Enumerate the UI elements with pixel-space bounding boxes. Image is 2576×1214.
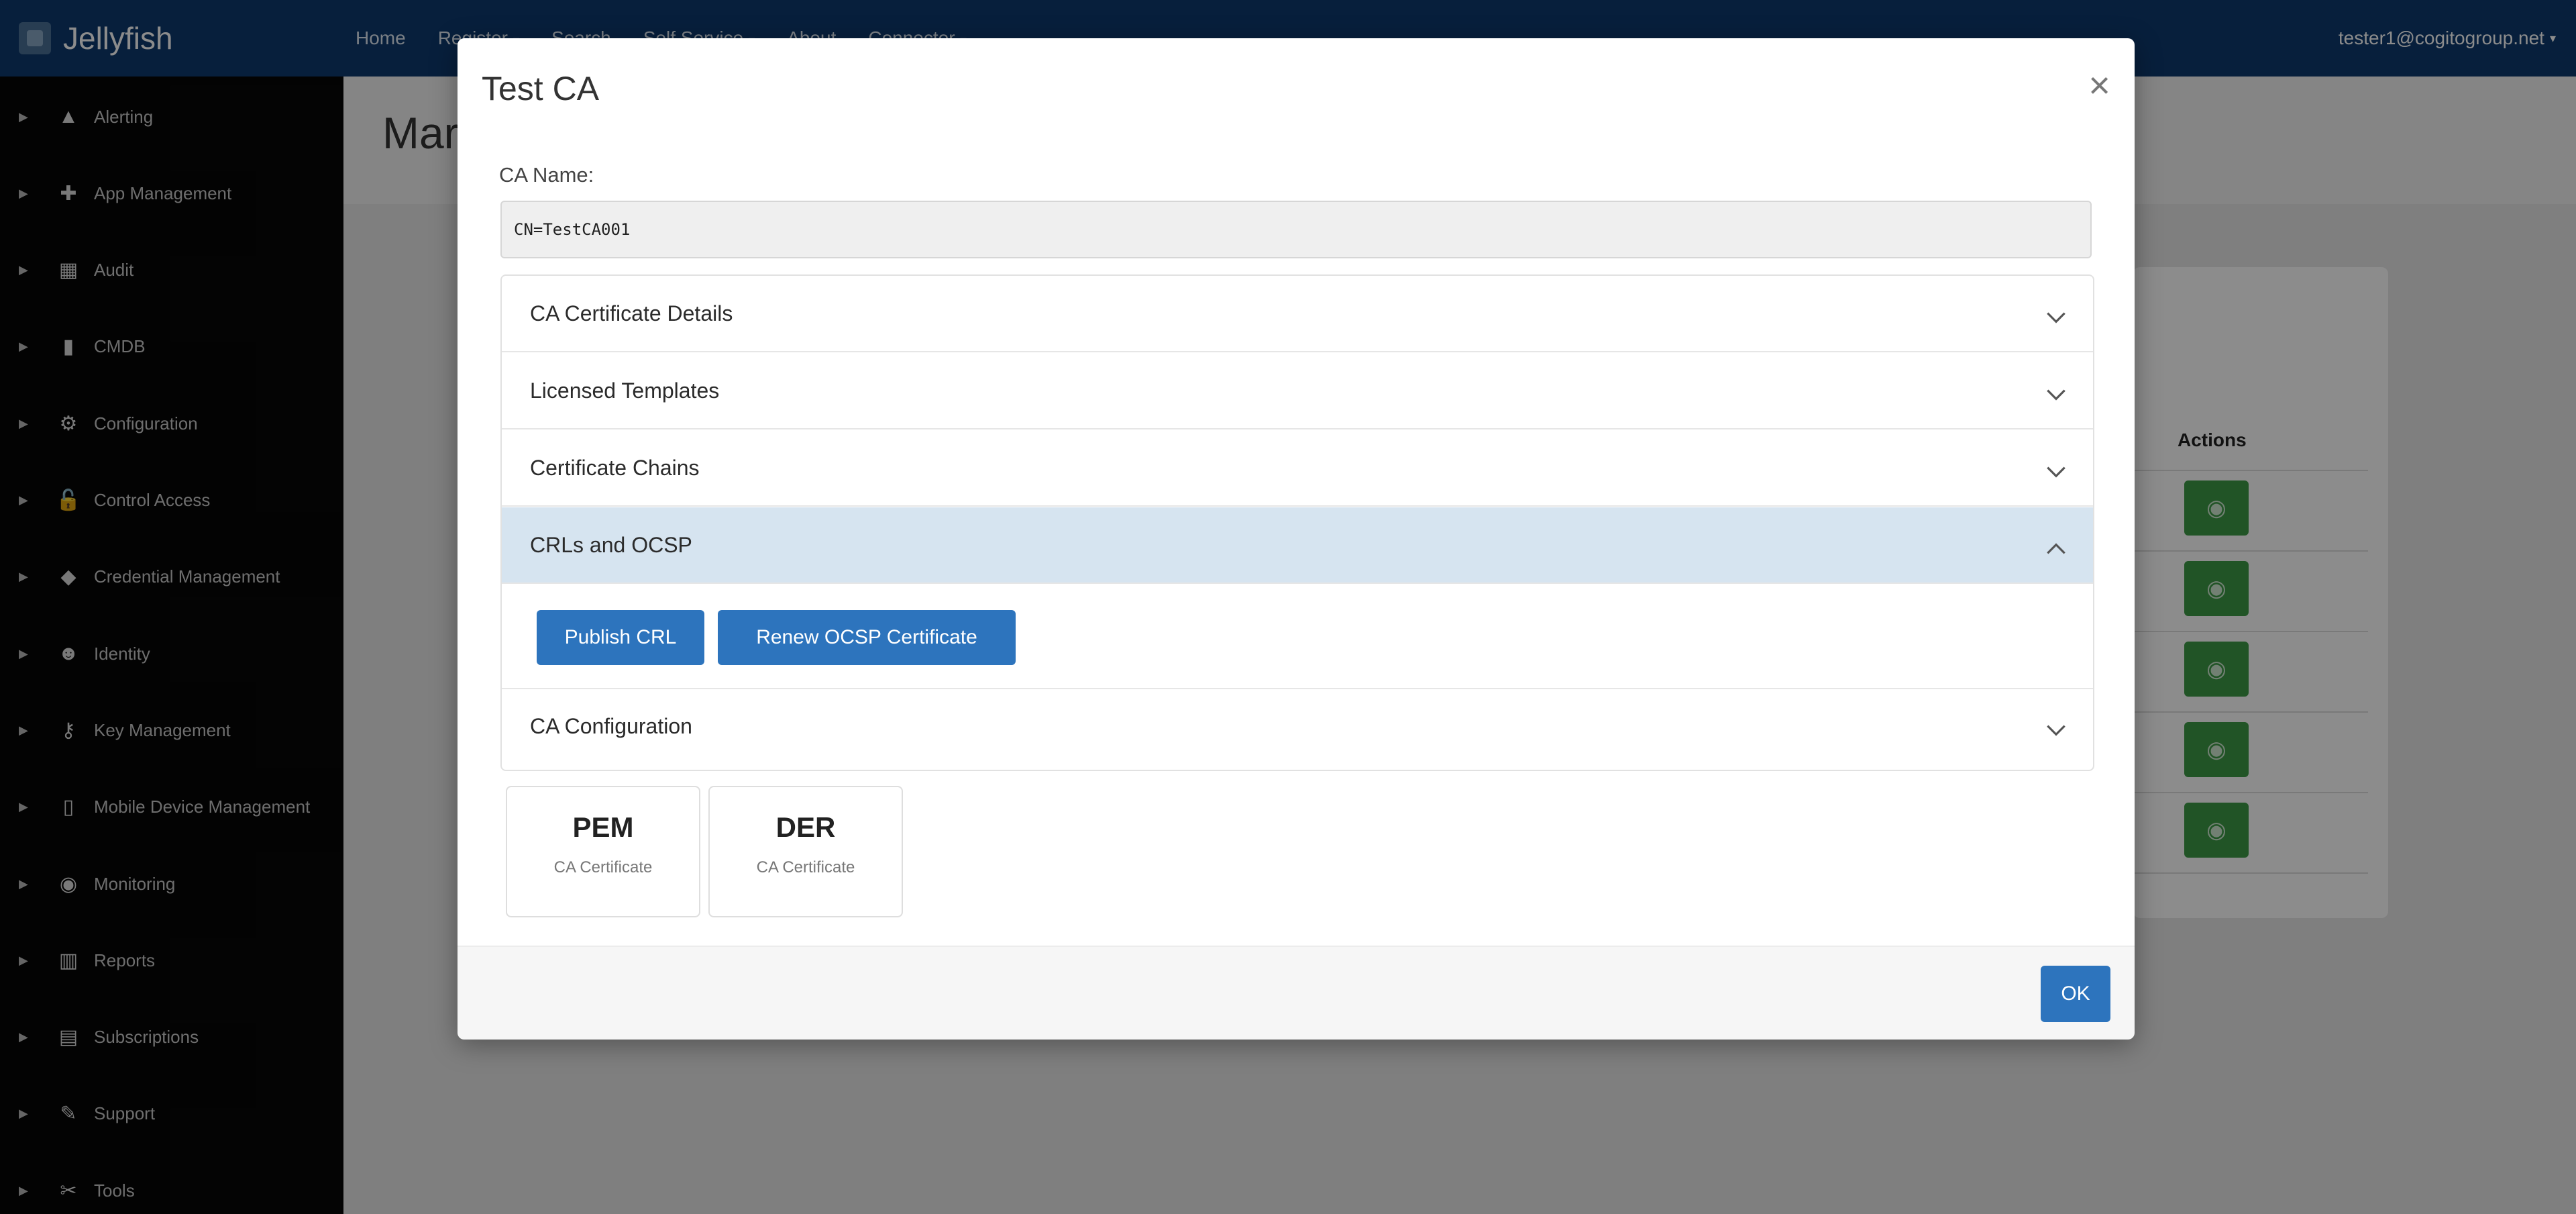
- chevron-down-icon: [2043, 382, 2065, 401]
- modal-title: Test CA: [482, 70, 600, 107]
- crls-and-ocsp-body: Publish CRL Renew OCSP Certificate: [502, 585, 2093, 689]
- section-licensed-templates[interactable]: Licensed Templates: [502, 353, 2093, 429]
- section-label: CRLs and OCSP: [530, 532, 692, 557]
- download-der-card[interactable]: DER CA Certificate: [708, 786, 903, 917]
- ca-name-label: CA Name:: [499, 163, 594, 187]
- chevron-down-icon: [2043, 717, 2065, 736]
- ok-button[interactable]: OK: [2041, 966, 2110, 1022]
- download-format: DER: [775, 811, 836, 843]
- modal-footer: OK: [458, 946, 2135, 1040]
- renew-ocsp-certificate-button[interactable]: Renew OCSP Certificate: [718, 610, 1016, 665]
- chevron-down-icon: [2043, 305, 2065, 323]
- publish-crl-button[interactable]: Publish CRL: [537, 610, 704, 665]
- download-format: PEM: [572, 811, 634, 843]
- close-icon[interactable]: ×: [2088, 66, 2110, 104]
- section-crls-and-ocsp[interactable]: CRLs and OCSP: [502, 507, 2093, 584]
- download-subtitle: CA Certificate: [553, 858, 653, 876]
- section-certificate-chains[interactable]: Certificate Chains: [502, 430, 2093, 507]
- section-label: CA Configuration: [530, 713, 692, 738]
- ca-accordion: CA Certificate Details Licensed Template…: [500, 274, 2094, 771]
- ca-name-field[interactable]: [500, 201, 2092, 258]
- chevron-down-icon: [2043, 459, 2065, 478]
- section-label: CA Certificate Details: [530, 301, 733, 325]
- download-subtitle: CA Certificate: [756, 858, 855, 876]
- section-ca-certificate-details[interactable]: CA Certificate Details: [502, 276, 2093, 352]
- download-pem-card[interactable]: PEM CA Certificate: [506, 786, 700, 917]
- test-ca-modal: Test CA × CA Name: CA Certificate Detail…: [458, 38, 2135, 1040]
- section-label: Licensed Templates: [530, 378, 720, 403]
- section-ca-configuration[interactable]: CA Configuration: [502, 688, 2093, 764]
- section-label: Certificate Chains: [530, 455, 700, 480]
- chevron-up-icon: [2043, 536, 2065, 554]
